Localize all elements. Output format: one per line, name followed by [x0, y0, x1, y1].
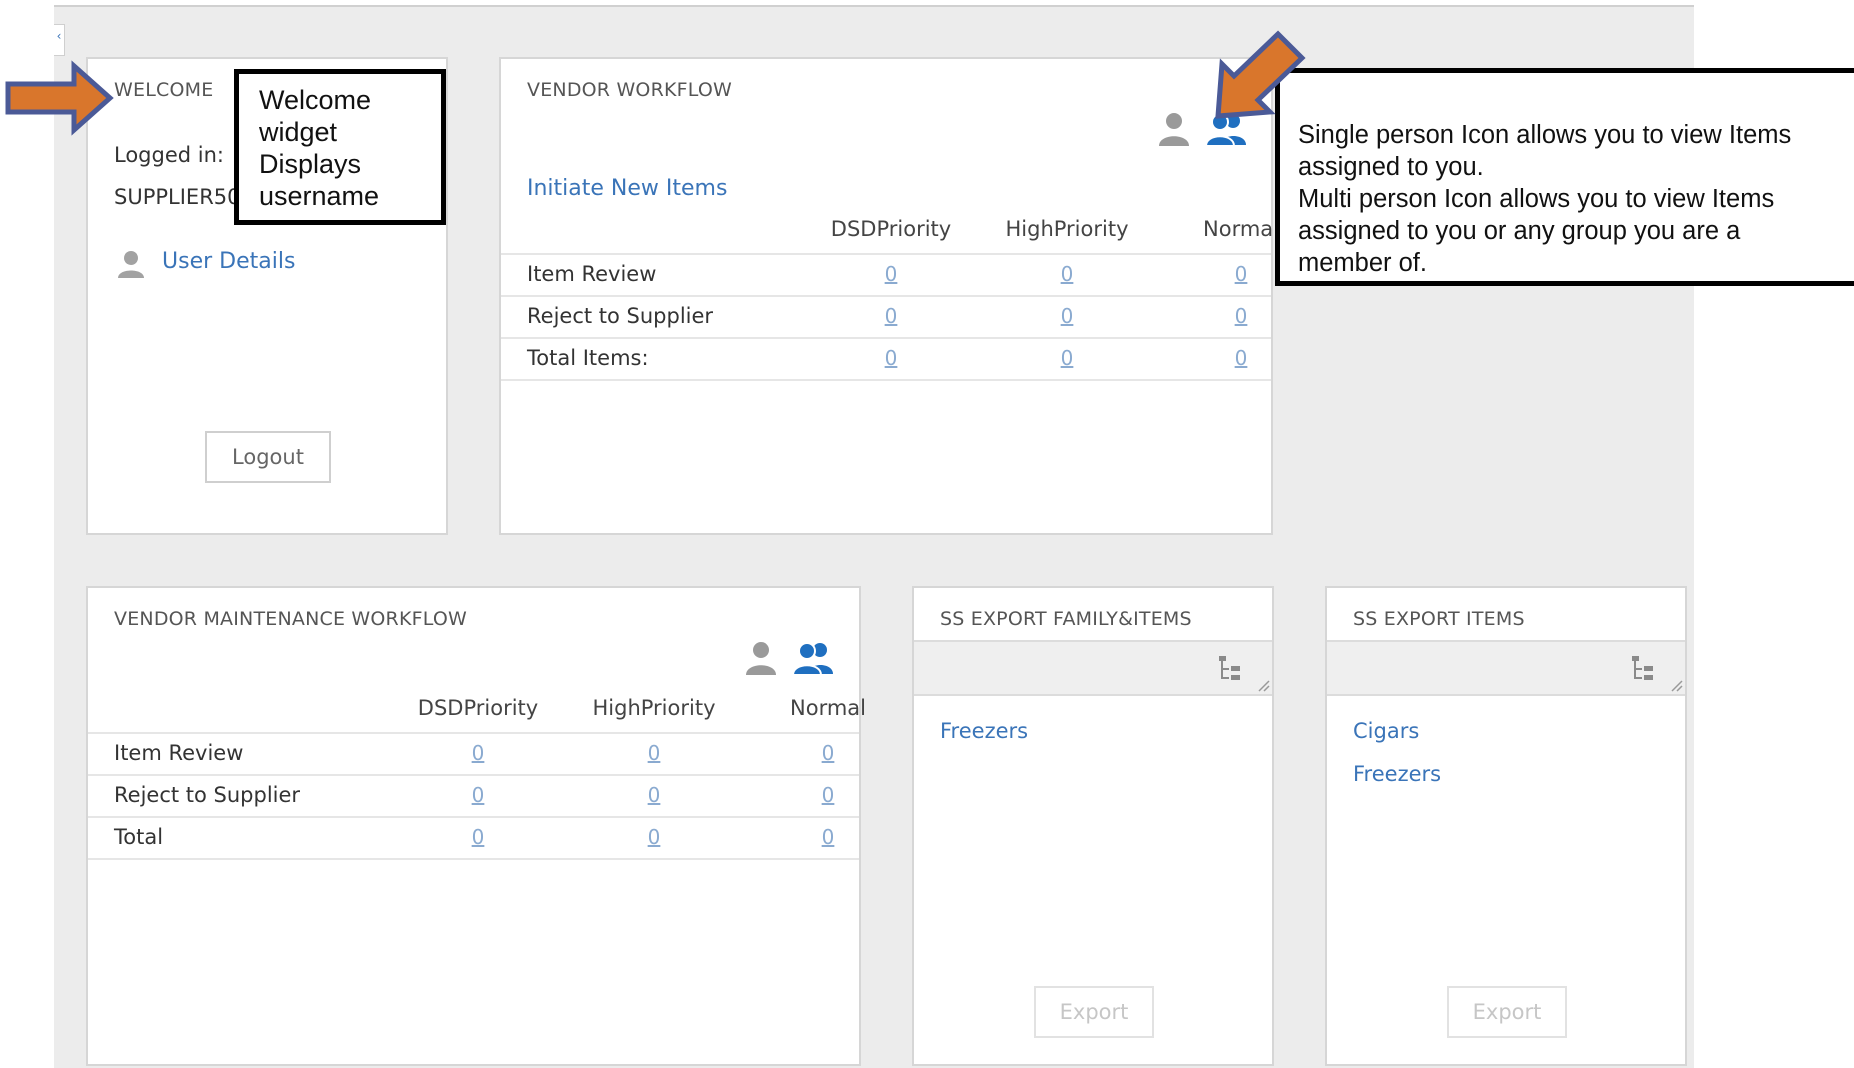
sidebar-toggle[interactable]: ‹: [54, 24, 65, 56]
ss-export-items-title: SS EXPORT ITEMS: [1353, 608, 1525, 630]
logged-in-label: Logged in:: [114, 143, 224, 167]
table-row: Item Review 0 0 0: [501, 253, 1271, 295]
welcome-title: WELCOME: [114, 79, 214, 101]
arrow-down-left-icon: [1215, 30, 1306, 119]
count-link[interactable]: 0: [1061, 346, 1074, 370]
row-label: Item Review: [527, 262, 657, 286]
count-link[interactable]: 0: [1061, 262, 1074, 286]
annotation-line: username: [259, 181, 380, 211]
table-row: Total 0 0 0: [88, 816, 859, 860]
export-button[interactable]: Export: [1034, 986, 1154, 1038]
ss-export-family-toolbar: [914, 640, 1272, 696]
count-link[interactable]: 0: [822, 783, 835, 807]
annotation-line: assigned to you or any group you are a: [1298, 217, 1741, 245]
vendor-maintenance-table: DSDPriority HighPriority Normal Item Rev…: [88, 696, 866, 860]
group-icon[interactable]: [792, 640, 834, 676]
person-icon[interactable]: [740, 640, 782, 676]
vendor-workflow-title: VENDOR WORKFLOW: [527, 79, 733, 101]
table-row: Total Items: 0 0 0: [501, 337, 1271, 381]
count-link[interactable]: 0: [885, 262, 898, 286]
ss-export-family-widget: SS EXPORT FAMILY&ITEMS Freezers Export: [912, 586, 1274, 1066]
person-icon[interactable]: [1153, 111, 1195, 147]
export-button[interactable]: Export: [1447, 986, 1567, 1038]
vendor-maintenance-widget: VENDOR MAINTENANCE WORKFLOW DSDPriority …: [86, 586, 866, 1066]
column-header-dsdpriority: DSDPriority: [417, 696, 539, 720]
logout-button[interactable]: Logout: [205, 431, 331, 483]
ss-export-items-widget: SS EXPORT ITEMS Cigars Freezers Export: [1325, 586, 1687, 1066]
count-link[interactable]: 0: [885, 346, 898, 370]
column-header-highpriority: HighPriority: [1005, 217, 1129, 241]
table-row: Reject to Supplier 0 0 0: [88, 774, 859, 816]
count-link[interactable]: 0: [472, 783, 485, 807]
column-header-dsdpriority: DSDPriority: [830, 217, 952, 241]
column-header-normal: Normal: [790, 696, 866, 720]
table-row: Reject to Supplier 0 0 0: [501, 295, 1271, 337]
table-row: Item Review 0 0 0: [88, 732, 859, 774]
username: SUPPLIER502: [114, 185, 254, 209]
tree-view-icon[interactable]: [1216, 654, 1246, 684]
count-link[interactable]: 0: [1235, 262, 1248, 286]
count-link[interactable]: 0: [1061, 304, 1074, 328]
ss-export-family-title: SS EXPORT FAMILY&ITEMS: [940, 608, 1192, 630]
vendor-workflow-table: DSDPriority HighPriority Normal Item Rev…: [501, 217, 1279, 381]
vendor-workflow-widget: VENDOR WORKFLOW Initiate New Items DSDPr…: [499, 57, 1279, 535]
row-label: Total: [114, 825, 164, 849]
count-link[interactable]: 0: [472, 825, 485, 849]
welcome-annotation: Welcome widget Displays username: [234, 69, 446, 225]
resize-handle-icon[interactable]: [1669, 678, 1683, 692]
icons-annotation: Single person Icon allows you to view It…: [1275, 68, 1854, 286]
annotation-line: member of.: [1298, 249, 1427, 277]
count-link[interactable]: 0: [822, 825, 835, 849]
arrow-right-icon: [5, 60, 114, 136]
row-label: Reject to Supplier: [527, 304, 714, 328]
export-item-link[interactable]: Cigars: [1353, 719, 1419, 743]
count-link[interactable]: 0: [885, 304, 898, 328]
annotation-line: Welcome: [259, 85, 372, 115]
count-link[interactable]: 0: [472, 741, 485, 765]
row-label: Total Items:: [527, 346, 649, 370]
initiate-new-items-link[interactable]: Initiate New Items: [527, 176, 727, 201]
annotation-line: widget: [259, 117, 338, 147]
export-item-link[interactable]: Freezers: [1353, 762, 1441, 786]
count-link[interactable]: 0: [822, 741, 835, 765]
column-header-highpriority: HighPriority: [592, 696, 716, 720]
user-details-person-icon: [118, 251, 144, 278]
count-link[interactable]: 0: [648, 741, 661, 765]
count-link[interactable]: 0: [648, 825, 661, 849]
ss-export-items-toolbar: [1327, 640, 1685, 696]
vendor-maintenance-title: VENDOR MAINTENANCE WORKFLOW: [114, 608, 467, 630]
count-link[interactable]: 0: [648, 783, 661, 807]
tree-view-icon[interactable]: [1629, 654, 1659, 684]
annotation-line: Multi person Icon allows you to view Ite…: [1298, 185, 1775, 213]
user-details-link[interactable]: User Details: [162, 249, 295, 274]
column-header-normal: Normal: [1203, 217, 1279, 241]
annotation-line: Displays: [259, 149, 362, 179]
resize-handle-icon[interactable]: [1256, 678, 1270, 692]
count-link[interactable]: 0: [1235, 346, 1248, 370]
export-item-link[interactable]: Freezers: [940, 719, 1028, 743]
row-label: Item Review: [114, 741, 244, 765]
count-link[interactable]: 0: [1235, 304, 1248, 328]
annotation-line: Single person Icon allows you to view It…: [1298, 121, 1792, 149]
row-label: Reject to Supplier: [114, 783, 301, 807]
annotation-line: assigned to you.: [1298, 153, 1484, 181]
